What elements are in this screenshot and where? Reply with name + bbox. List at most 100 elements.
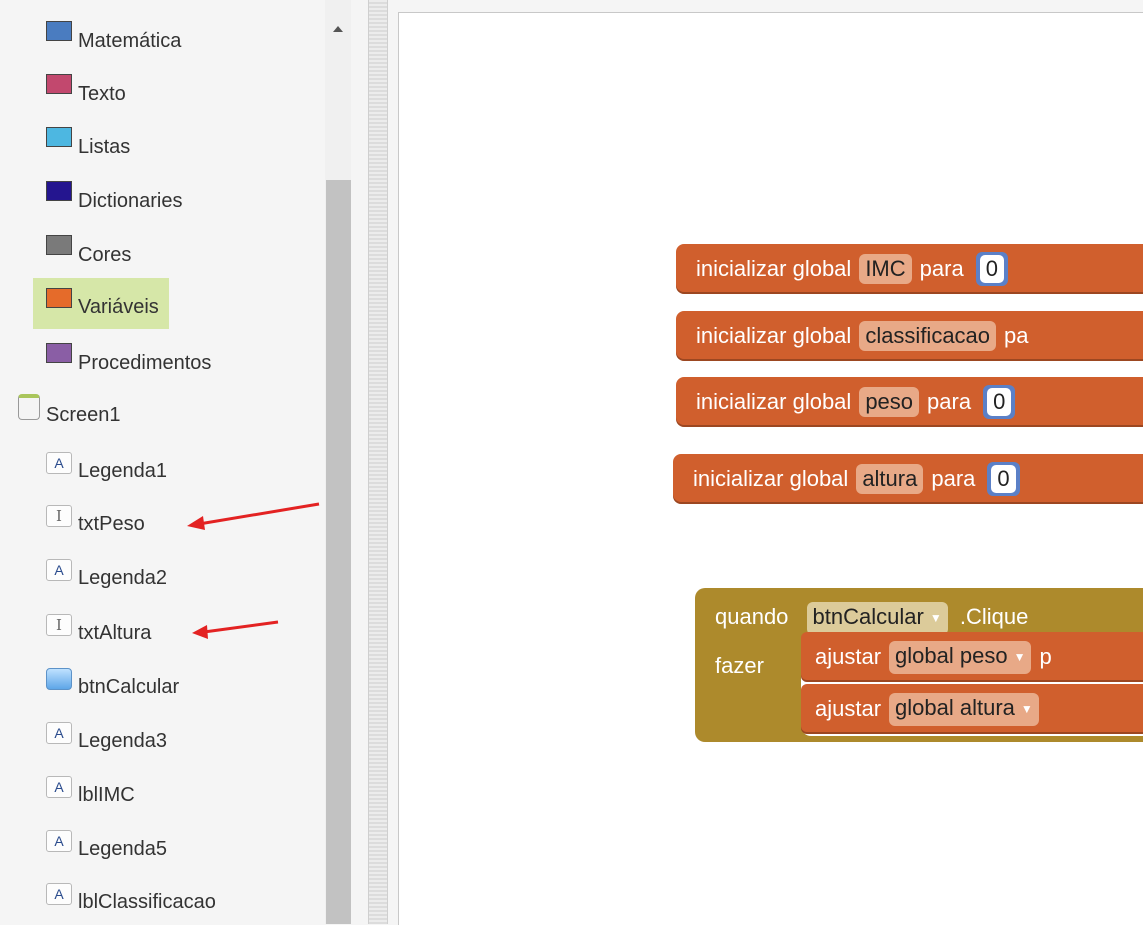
text-color-swatch-icon [46, 74, 72, 94]
component-label: Legenda2 [78, 566, 167, 589]
set-block-altura[interactable]: ajustar global altura ▼ [801, 684, 1143, 734]
component-btncalcular[interactable]: btnCalcular [46, 666, 179, 700]
component-legenda1[interactable]: A Legenda1 [46, 450, 167, 484]
global-var-block-imc[interactable]: inicializar global IMC para 0 [676, 244, 1143, 294]
set-keyword: ajustar [815, 696, 882, 721]
event-name: .Clique [959, 604, 1029, 629]
block-keyword: inicializar global [696, 323, 852, 348]
component-label: Legenda5 [78, 837, 167, 860]
variable-dropdown[interactable]: global peso ▼ [889, 640, 1032, 674]
category-colors[interactable]: Cores [46, 234, 131, 268]
component-dropdown[interactable]: btnCalcular ▼ [806, 602, 948, 635]
variable-name-field[interactable]: altura [856, 464, 924, 494]
label-icon: A [46, 830, 72, 852]
do-keyword: fazer [715, 653, 764, 678]
variable-dropdown[interactable]: global altura ▼ [889, 692, 1039, 726]
colors-color-swatch-icon [46, 235, 72, 255]
label-icon: A [46, 452, 72, 474]
component-label: btnCalcular [78, 675, 180, 698]
number-block[interactable]: 0 [975, 252, 1008, 286]
variable-dropdown-value: global altura [895, 694, 1015, 720]
category-label: Texto [78, 82, 126, 105]
component-txtpeso[interactable]: I txtPeso [46, 503, 145, 537]
category-dictionaries[interactable]: Dictionaries [46, 180, 182, 214]
dropdown-arrow-icon: ▼ [929, 611, 942, 625]
block-keyword: para [927, 389, 972, 414]
component-legenda5[interactable]: A Legenda5 [46, 828, 167, 862]
component-dropdown-value: btnCalcular [812, 604, 924, 629]
scroll-up-arrow-icon[interactable] [333, 26, 343, 32]
sidebar-scroll-thumb[interactable] [326, 180, 351, 924]
event-block-btncalcular-click[interactable]: quando btnCalcular ▼ .Clique fazer ajusta… [695, 588, 1143, 742]
math-color-swatch-icon [46, 21, 72, 41]
component-lblimc[interactable]: A lblIMC [46, 774, 135, 808]
number-value[interactable]: 0 [979, 255, 1004, 283]
global-var-block-altura[interactable]: inicializar global altura para 0 [673, 454, 1143, 504]
dictionaries-color-swatch-icon [46, 181, 72, 201]
screen-icon [18, 394, 40, 420]
component-label: lblClassificacao [78, 890, 216, 913]
block-keyword: para [931, 466, 976, 491]
red-arrow-icon [192, 620, 279, 639]
variable-dropdown-value: global peso [895, 642, 1008, 668]
category-lists[interactable]: Listas [46, 126, 130, 160]
component-legenda2[interactable]: A Legenda2 [46, 557, 167, 591]
category-label: Procedimentos [78, 351, 212, 374]
set-keyword: ajustar [815, 644, 882, 669]
button-icon [46, 668, 72, 690]
component-label: txtPeso [78, 512, 145, 535]
number-block[interactable]: 0 [983, 385, 1016, 419]
block-keyword: inicializar global [696, 389, 852, 414]
screen1-item[interactable]: Screen1 [18, 394, 121, 428]
dropdown-arrow-icon: ▼ [1013, 649, 1026, 664]
variable-name-field[interactable]: peso [859, 387, 920, 417]
category-label: Dictionaries [78, 189, 183, 212]
category-label: Variáveis [78, 296, 159, 318]
component-label: txtAltura [78, 621, 152, 644]
category-label: Listas [78, 135, 131, 158]
label-icon: A [46, 559, 72, 581]
block-keyword: pa [1004, 323, 1029, 348]
number-value[interactable]: 0 [991, 465, 1016, 493]
label-icon: A [46, 883, 72, 905]
screen-label: Screen1 [46, 403, 121, 426]
global-var-block-classificacao[interactable]: inicializar global classificacao pa [676, 311, 1143, 361]
number-block[interactable]: 0 [987, 462, 1020, 496]
set-keyword-tail: p [1039, 644, 1052, 669]
event-keyword: quando [715, 604, 789, 629]
component-label: Legenda1 [78, 459, 167, 482]
component-lblclassificacao[interactable]: A lblClassificacao [46, 881, 216, 915]
category-procedures[interactable]: Procedimentos [46, 342, 211, 376]
variable-name-field[interactable]: classificacao [859, 321, 997, 351]
category-text[interactable]: Texto [46, 73, 126, 107]
procedures-color-swatch-icon [46, 343, 72, 363]
component-label: Legenda3 [78, 729, 167, 752]
block-keyword: inicializar global [696, 256, 852, 281]
category-math[interactable]: Matemática [46, 20, 181, 54]
textbox-icon: I [46, 614, 72, 636]
component-label: lblIMC [78, 783, 135, 806]
red-arrow-icon [187, 502, 320, 530]
global-var-block-peso[interactable]: inicializar global peso para 0 [676, 377, 1143, 427]
component-legenda3[interactable]: A Legenda3 [46, 720, 167, 754]
block-keyword: para [919, 256, 964, 281]
panel-splitter[interactable] [368, 0, 388, 924]
component-txtaltura[interactable]: I txtAltura [46, 612, 151, 646]
dropdown-arrow-icon: ▼ [1020, 701, 1033, 716]
category-label: Matemática [78, 29, 182, 52]
variables-color-swatch-icon [46, 287, 72, 308]
block-keyword: inicializar global [693, 466, 849, 491]
textbox-icon: I [46, 505, 72, 527]
blocks-workspace[interactable]: inicializar global IMC para 0 inicializa… [398, 12, 1143, 925]
panel-gap [356, 0, 368, 924]
number-value[interactable]: 0 [987, 388, 1012, 416]
blocks-panel: Matemática Texto Listas Dictionaries Cor… [0, 0, 356, 924]
variable-name-field[interactable]: IMC [859, 254, 912, 284]
lists-color-swatch-icon [46, 127, 72, 147]
event-header: quando btnCalcular ▼ .Clique [715, 602, 1028, 635]
label-icon: A [46, 722, 72, 744]
category-label: Cores [78, 243, 132, 266]
label-icon: A [46, 776, 72, 798]
category-variables[interactable]: Variáveis [33, 278, 169, 329]
set-block-peso[interactable]: ajustar global peso ▼ p [801, 632, 1143, 682]
